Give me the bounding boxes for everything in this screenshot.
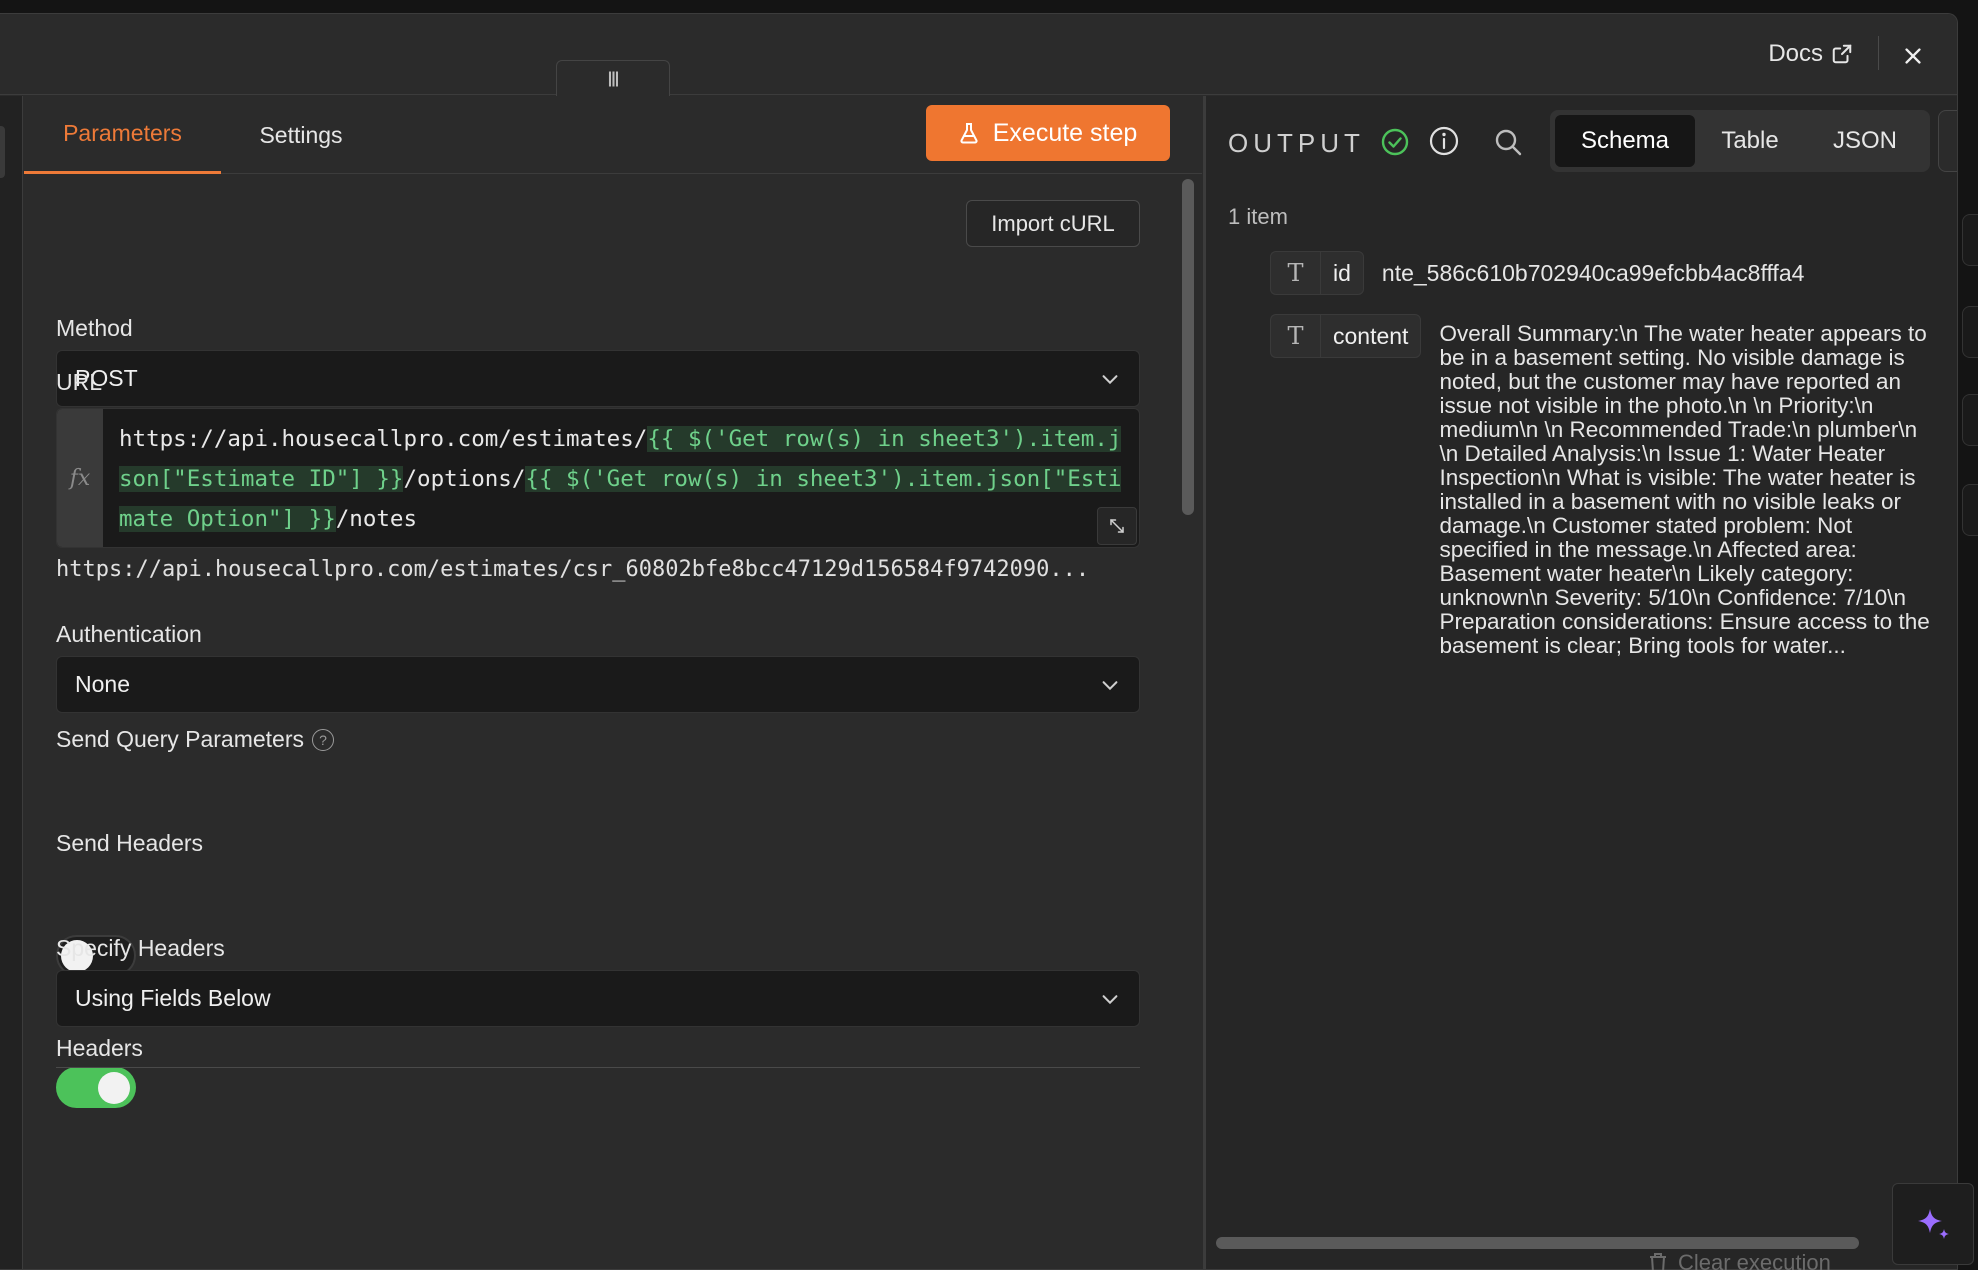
schema-value-content: Overall Summary:\n The water heater appe…: [1439, 321, 1930, 658]
search-icon[interactable]: [1493, 127, 1523, 157]
drag-handle-icon: |||: [607, 69, 619, 87]
output-horizontal-scrollbar[interactable]: [1210, 1231, 1950, 1255]
output-title: OUTPUT: [1228, 128, 1365, 158]
docs-label: Docs: [1768, 40, 1823, 67]
expression-fx-icon: fx: [57, 409, 103, 547]
output-view-switcher: Schema Table JSON: [1550, 110, 1930, 172]
external-link-icon: [1832, 44, 1852, 64]
trash-icon: [1650, 1253, 1666, 1270]
tab-table[interactable]: Table: [1695, 115, 1805, 167]
send-query-label-row: Send Query Parameters?: [56, 726, 335, 753]
schema-row-content: T content Overall Summary:\n The water h…: [1270, 314, 1933, 658]
tab-parameters[interactable]: Parameters: [24, 96, 221, 174]
url-expression-editor[interactable]: fx https://api.housecallpro.com/estimate…: [56, 408, 1140, 548]
specify-headers-label: Specify Headers: [56, 935, 225, 961]
url-part-base: https://api.housecallpro.com/estimates/: [119, 426, 648, 452]
url-code[interactable]: https://api.housecallpro.com/estimates/{…: [119, 419, 1131, 539]
expand-icon: [1110, 519, 1124, 533]
authentication-select[interactable]: None: [56, 656, 1140, 713]
send-headers-toggle[interactable]: [56, 1067, 136, 1108]
parameters-scrollbar[interactable]: [1176, 178, 1202, 1269]
chevron-down-icon: [1102, 375, 1118, 385]
clear-execution-label: Clear execution: [1678, 1250, 1831, 1270]
ai-assistant-button[interactable]: [1892, 1183, 1974, 1265]
url-part-options: /options/: [403, 466, 526, 492]
success-check-icon: [1381, 128, 1409, 156]
side-tab: [1962, 484, 1978, 536]
side-tab: [1962, 394, 1978, 446]
import-curl-button[interactable]: Import cURL: [966, 200, 1140, 247]
modal-top-bar: ||| Docs: [0, 14, 1957, 96]
close-button[interactable]: [1895, 38, 1931, 74]
parameters-tab-bar: Parameters Settings Execute step: [24, 96, 1202, 174]
panel-drag-handle[interactable]: |||: [556, 60, 670, 96]
input-panel-collapsed: [0, 96, 23, 1269]
side-tab: [1962, 306, 1978, 358]
authentication-label: Authentication: [56, 621, 202, 647]
url-label: URL: [56, 369, 103, 395]
output-extra-tab[interactable]: [1938, 110, 1957, 172]
chevron-down-icon: [1102, 995, 1118, 1005]
execute-step-label: Execute step: [992, 118, 1138, 147]
tab-schema[interactable]: Schema: [1555, 115, 1695, 167]
parameters-panel: Parameters Settings Execute step Import …: [24, 96, 1202, 1269]
tab-settings[interactable]: Settings: [221, 96, 381, 174]
specify-headers-value: Using Fields Below: [75, 985, 271, 1011]
clear-execution-button[interactable]: Clear execution: [1648, 1250, 1831, 1270]
docs-link[interactable]: Docs: [1768, 40, 1853, 68]
specify-headers-select[interactable]: Using Fields Below: [56, 970, 1140, 1027]
close-icon: [1905, 48, 1921, 64]
url-part-notes: /notes: [335, 506, 418, 532]
info-icon[interactable]: [1428, 125, 1460, 157]
schema-row-id: T id nte_586c610b702940ca99efcbb4ac8fffa…: [1270, 251, 1804, 295]
schema-value-id: nte_586c610b702940ca99efcbb4ac8fffa4: [1381, 260, 1805, 286]
url-resolved-preview: https://api.housecallpro.com/estimates/c…: [56, 557, 1090, 582]
help-icon[interactable]: ?: [312, 729, 335, 751]
scrollbar-thumb[interactable]: [1216, 1237, 1859, 1249]
toggle-knob: [98, 1072, 130, 1104]
headers-divider: [56, 1067, 1140, 1068]
headers-section-label: Headers: [56, 1035, 143, 1061]
string-type-icon: T: [1270, 251, 1320, 295]
chevron-down-icon: [1102, 681, 1118, 691]
schema-key-id[interactable]: id: [1320, 251, 1364, 295]
item-count: 1 item: [1228, 204, 1288, 229]
topbar-separator: [1878, 36, 1879, 70]
send-query-label: Send Query Parameters: [56, 726, 305, 752]
parameters-body: Import cURL Method POST URL fx https://a…: [24, 175, 1174, 1269]
schema-key-content[interactable]: content: [1320, 314, 1422, 358]
flask-icon: [960, 123, 978, 144]
scrollbar-thumb[interactable]: [1182, 179, 1194, 515]
send-headers-label: Send Headers: [56, 830, 204, 856]
method-select[interactable]: POST: [56, 350, 1140, 407]
sparkle-icon: [1918, 1209, 1949, 1239]
authentication-value: None: [75, 671, 130, 697]
output-panel: OUTPUT Schema Table JSON 1 item T id nte…: [1203, 96, 1957, 1269]
input-panel-tab[interactable]: [0, 126, 5, 178]
side-tab: [1962, 214, 1978, 266]
node-details-modal: ||| Docs Parameters Settings Execute ste…: [0, 13, 1958, 1270]
string-type-icon: T: [1270, 314, 1320, 358]
method-label: Method: [56, 315, 133, 341]
expand-editor-button[interactable]: [1097, 507, 1137, 545]
tab-json[interactable]: JSON: [1805, 115, 1925, 167]
execute-step-button[interactable]: Execute step: [926, 105, 1170, 161]
